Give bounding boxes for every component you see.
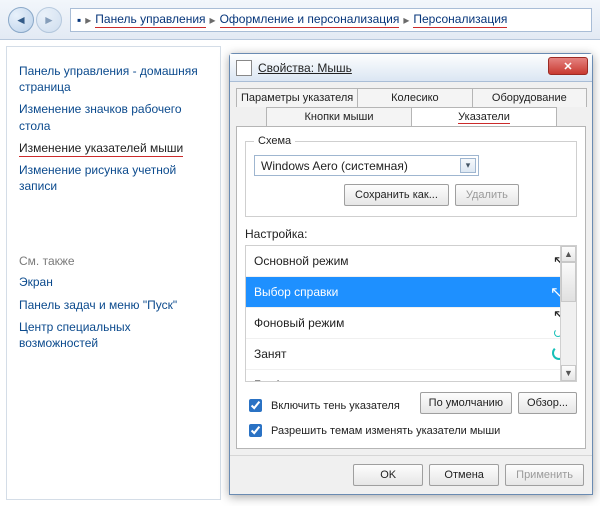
nav-buttons: ◄ ► [8,7,62,33]
sidebar-link-mouse-pointers-label: Изменение указателей мыши [19,141,183,157]
allow-themes-input[interactable] [249,424,262,437]
sidebar: Панель управления - домашняя страница Из… [6,46,221,500]
customize-label: Настройка: [245,227,577,241]
mouse-icon [236,60,252,76]
browse-button[interactable]: Обзор... [518,392,577,414]
breadcrumb-part-3[interactable]: Персонализация [413,12,507,28]
apply-button: Применить [505,464,584,486]
sidebar-link-account-picture[interactable]: Изменение рисунка учетной записи [19,162,208,194]
sidebar-link-ease-of-access[interactable]: Центр специальных возможностей [19,319,208,351]
pointer-shadow-input[interactable] [249,399,262,412]
allow-themes-label: Разрешить темам изменять указатели мыши [271,425,500,437]
list-item[interactable]: Занят [246,339,576,370]
list-item-label: Выбор справки [254,285,338,299]
dialog-buttons: OK Отмена Применить [230,455,592,494]
tab-body-pointers: Схема Windows Aero (системная) ▾ Сохрани… [236,126,586,449]
list-item-label: Графическое выделение [254,378,393,382]
scheme-value: Windows Aero (системная) [261,159,408,173]
allow-themes-checkbox[interactable]: Разрешить темам изменять указатели мыши [245,421,577,440]
dialog-title: Свойства: Мышь [258,61,352,75]
scroll-up-button[interactable]: ▲ [561,246,576,262]
titlebar[interactable]: Свойства: Мышь ✕ [230,54,592,82]
pointer-shadow-checkbox[interactable]: Включить тень указателя [245,396,400,415]
sidebar-link-desktop-icons[interactable]: Изменение значков рабочего стола [19,101,208,133]
list-item[interactable]: Фоновый режим [246,308,576,339]
sidebar-link-mouse-pointers[interactable]: Изменение указателей мыши [19,140,208,156]
tab-hardware[interactable]: Оборудование [472,88,587,107]
scheme-fieldset: Схема Windows Aero (системная) ▾ Сохрани… [245,135,577,217]
cursor-list[interactable]: Основной режим Выбор справки ? Фоновый р… [245,245,577,382]
breadcrumb-part-2[interactable]: Оформление и персонализация [220,12,400,28]
breadcrumb-part-1[interactable]: Панель управления [95,12,205,28]
close-button[interactable]: ✕ [548,57,588,75]
delete-button: Удалить [455,184,519,206]
chevron-down-icon[interactable]: ▾ [460,158,476,173]
tab-pointer-options[interactable]: Параметры указателя [236,88,358,107]
tabs: Параметры указателя Колесико Оборудовани… [230,82,592,126]
sidebar-link-display[interactable]: Экран [19,274,208,290]
tab-wheel[interactable]: Колесико [357,88,472,107]
tab-buttons[interactable]: Кнопки мыши [266,107,412,126]
forward-button[interactable]: ► [36,7,62,33]
use-default-button[interactable]: По умолчанию [420,392,512,414]
pointer-shadow-label: Включить тень указателя [271,400,400,412]
breadcrumb[interactable]: ▪ ▸ Панель управления ▸ Оформление и пер… [70,8,592,32]
sidebar-seealso-section: См. также Экран Панель задач и меню "Пус… [19,254,208,351]
sidebar-link-taskbar[interactable]: Панель задач и меню "Пуск" [19,297,208,313]
scroll-thumb[interactable] [561,262,576,302]
scheme-combobox[interactable]: Windows Aero (системная) ▾ [254,155,479,176]
list-item[interactable]: Основной режим [246,246,576,277]
list-item-label: Основной режим [254,254,349,268]
list-item-label: Фоновый режим [254,316,344,330]
control-panel-icon: ▪ [77,13,81,27]
scroll-down-button[interactable]: ▼ [561,365,576,381]
sidebar-home-link[interactable]: Панель управления - домашняя страница [19,63,208,95]
address-bar: ◄ ► ▪ ▸ Панель управления ▸ Оформление и… [0,0,600,40]
seealso-label: См. также [19,254,208,268]
cancel-button[interactable]: Отмена [429,464,499,486]
back-button[interactable]: ◄ [8,7,34,33]
list-item[interactable]: Выбор справки ? [246,277,576,308]
mouse-properties-dialog: Свойства: Мышь ✕ Параметры указателя Кол… [229,53,593,495]
scrollbar[interactable]: ▲ ▼ [560,246,576,381]
ok-button[interactable]: OK [353,464,423,486]
list-item-label: Занят [254,347,287,361]
scheme-legend: Схема [254,135,295,147]
list-item[interactable]: Графическое выделение + [246,370,576,382]
save-as-button[interactable]: Сохранить как... [344,184,449,206]
tab-pointers[interactable]: Указатели [411,107,557,126]
